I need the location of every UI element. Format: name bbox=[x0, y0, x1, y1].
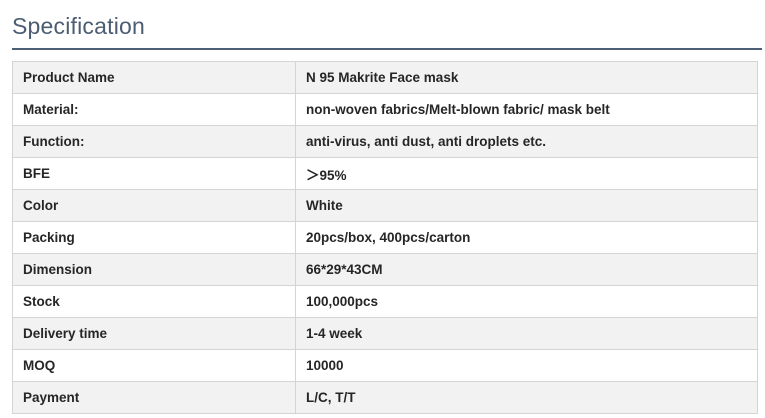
row-label: Delivery time bbox=[12, 317, 296, 350]
row-label: BFE bbox=[12, 157, 296, 190]
row-value: ＞95% bbox=[295, 157, 758, 190]
title-underline bbox=[12, 48, 762, 50]
table-row: Delivery time 1-4 week bbox=[12, 317, 758, 350]
row-label: Product Name bbox=[12, 61, 296, 94]
row-value: 66*29*43CM bbox=[295, 253, 758, 286]
row-value: 100,000pcs bbox=[295, 285, 758, 318]
table-row: MOQ 10000 bbox=[12, 349, 758, 382]
row-label: Function: bbox=[12, 125, 296, 158]
row-value: White bbox=[295, 189, 758, 222]
row-label: Material: bbox=[12, 93, 296, 126]
row-label: Payment bbox=[12, 381, 296, 414]
table-row: Product Name N 95 Makrite Face mask bbox=[12, 61, 758, 94]
row-value: 20pcs/box, 400pcs/carton bbox=[295, 221, 758, 254]
row-label: Color bbox=[12, 189, 296, 222]
table-row: Dimension 66*29*43CM bbox=[12, 253, 758, 286]
row-label: Stock bbox=[12, 285, 296, 318]
specification-table: Product Name N 95 Makrite Face mask Mate… bbox=[12, 61, 758, 414]
table-row: Color White bbox=[12, 189, 758, 222]
row-value: L/C, T/T bbox=[295, 381, 758, 414]
row-label: MOQ bbox=[12, 349, 296, 382]
table-row: Function: anti-virus, anti dust, anti dr… bbox=[12, 125, 758, 158]
row-label: Packing bbox=[12, 221, 296, 254]
table-row: Packing 20pcs/box, 400pcs/carton bbox=[12, 221, 758, 254]
table-row: Stock 100,000pcs bbox=[12, 285, 758, 318]
table-row: Material: non-woven fabrics/Melt-blown f… bbox=[12, 93, 758, 126]
row-value: 10000 bbox=[295, 349, 758, 382]
row-value: 1-4 week bbox=[295, 317, 758, 350]
section-title: Specification bbox=[12, 13, 146, 39]
row-label: Dimension bbox=[12, 253, 296, 286]
specification-page: Specification Product Name N 95 Makrite … bbox=[0, 0, 765, 418]
row-value: anti-virus, anti dust, anti droplets etc… bbox=[295, 125, 758, 158]
row-value: non-woven fabrics/Melt-blown fabric/ mas… bbox=[295, 93, 758, 126]
table-row: Payment L/C, T/T bbox=[12, 381, 758, 414]
row-value: N 95 Makrite Face mask bbox=[295, 61, 758, 94]
table-row: BFE ＞95% bbox=[12, 157, 758, 190]
